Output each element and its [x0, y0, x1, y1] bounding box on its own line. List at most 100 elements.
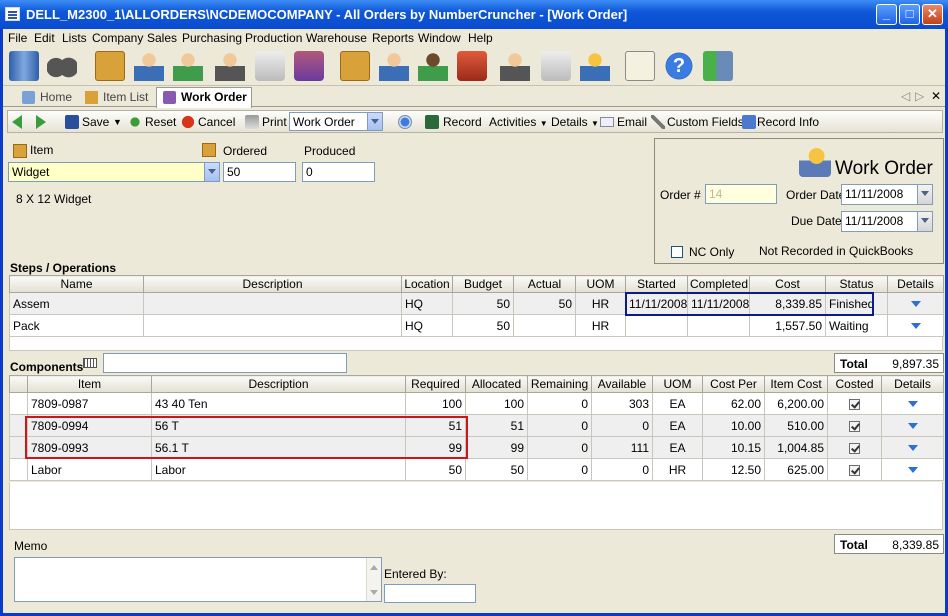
columns-icon[interactable] — [83, 358, 97, 368]
col-item[interactable]: Item — [27, 375, 152, 393]
print-button[interactable]: Print — [262, 115, 287, 129]
tab-home[interactable]: Home — [16, 88, 76, 107]
menu-lists[interactable]: Lists — [62, 31, 87, 45]
cell-item[interactable]: 7809-0987 — [27, 392, 152, 415]
cell-required[interactable]: 99 — [405, 436, 466, 459]
memo-textarea[interactable] — [14, 557, 382, 602]
cell-costed[interactable] — [827, 392, 882, 415]
reset-button[interactable]: Reset — [145, 115, 176, 129]
table-row[interactable]: Assem HQ 50 50 HR 11/11/2008 11/11/2008 … — [9, 292, 944, 315]
save-button[interactable]: Save — [82, 115, 109, 129]
details-arrow-icon[interactable] — [907, 401, 918, 408]
cell-details[interactable] — [887, 314, 944, 337]
custom-fields-button[interactable]: Custom Fields — [667, 115, 744, 129]
cell-remaining[interactable]: 0 — [527, 392, 592, 415]
cell-details[interactable] — [881, 414, 944, 437]
menu-company[interactable]: Company — [92, 31, 143, 45]
table-row[interactable]: Pack HQ 50 HR 1,557.50 Waiting — [9, 314, 944, 337]
col-actual[interactable]: Actual — [513, 275, 576, 293]
cell-available[interactable]: 0 — [591, 414, 653, 437]
close-button[interactable]: ✕ — [922, 4, 943, 25]
help-icon[interactable]: ? — [664, 51, 694, 81]
documents-icon[interactable] — [541, 51, 571, 81]
cell-item[interactable]: 7809-0993 — [27, 436, 152, 459]
forward-arrow-icon[interactable] — [36, 115, 46, 129]
minimize-button[interactable]: _ — [876, 4, 897, 25]
tab-close-icon[interactable]: ✕ — [931, 89, 941, 103]
invoice-icon[interactable] — [255, 51, 285, 81]
tab-work-order[interactable]: Work Order — [156, 87, 252, 108]
cell-description[interactable] — [143, 314, 402, 337]
row-selector[interactable] — [9, 392, 28, 415]
cell-available[interactable]: 303 — [591, 392, 653, 415]
production-icon[interactable] — [294, 51, 324, 81]
cell-budget[interactable]: 50 — [452, 314, 514, 337]
nc-only-checkbox[interactable] — [671, 246, 683, 258]
cell-completed[interactable]: 11/11/2008 — [687, 292, 750, 315]
col-status[interactable]: Status — [825, 275, 888, 293]
memo-scrollbar[interactable] — [366, 558, 381, 601]
details-arrow-icon[interactable] — [910, 301, 921, 308]
cell-description[interactable] — [143, 292, 402, 315]
cell-cost-per[interactable]: 10.15 — [702, 436, 765, 459]
cell-costed[interactable] — [827, 414, 882, 437]
menu-sales[interactable]: Sales — [147, 31, 177, 45]
table-row[interactable]: 7809-0987 43 40 Ten 100 100 0 303 EA 62.… — [9, 392, 944, 415]
details-menu[interactable]: Details ▼ — [551, 115, 599, 129]
col-allocated[interactable]: Allocated — [465, 375, 528, 393]
tab-next-icon[interactable]: ▷ — [915, 89, 924, 103]
menu-window[interactable]: Window — [418, 31, 461, 45]
col-description[interactable]: Description — [151, 375, 406, 393]
cell-description[interactable]: 56.1 T — [151, 436, 406, 459]
cancel-button[interactable]: Cancel — [198, 115, 235, 129]
cell-location[interactable]: HQ — [401, 314, 453, 337]
cell-name[interactable]: Assem — [9, 292, 144, 315]
cell-uom[interactable]: HR — [575, 314, 626, 337]
cell-item-cost[interactable]: 6,200.00 — [764, 392, 828, 415]
cell-details[interactable] — [881, 458, 944, 481]
menu-warehouse[interactable]: Warehouse — [306, 31, 367, 45]
col-budget[interactable]: Budget — [452, 275, 514, 293]
tab-item-list[interactable]: Item List — [79, 88, 152, 107]
col-name[interactable]: Name — [9, 275, 144, 293]
costed-checkbox[interactable] — [849, 420, 860, 432]
cell-uom[interactable]: EA — [652, 436, 703, 459]
item-select[interactable]: Widget — [8, 162, 220, 182]
col-uom[interactable]: UOM — [652, 375, 703, 393]
cell-status[interactable]: Waiting — [825, 314, 888, 337]
back-arrow-icon[interactable] — [12, 115, 22, 129]
components-filter-input[interactable] — [103, 353, 347, 373]
cell-item[interactable]: 7809-0994 — [27, 414, 152, 437]
customer-icon[interactable] — [134, 51, 164, 81]
cell-completed[interactable] — [687, 314, 750, 337]
costed-checkbox[interactable] — [849, 398, 860, 410]
record-info-button[interactable]: Record Info — [757, 115, 819, 129]
print-form-select[interactable]: Work Order — [289, 112, 383, 131]
notepad-icon[interactable] — [625, 51, 655, 81]
cell-item-cost[interactable]: 1,004.85 — [764, 436, 828, 459]
cell-location[interactable]: HQ — [401, 292, 453, 315]
menu-reports[interactable]: Reports — [372, 31, 414, 45]
cell-details[interactable] — [881, 392, 944, 415]
order-number-input[interactable]: 14 — [705, 184, 777, 204]
col-cost-per[interactable]: Cost Per — [702, 375, 765, 393]
email-button[interactable]: Email — [617, 115, 647, 129]
col-remaining[interactable]: Remaining — [527, 375, 592, 393]
col-costed[interactable]: Costed — [827, 375, 882, 393]
table-row[interactable]: 7809-0994 56 T 51 51 0 0 EA 10.00 510.00 — [9, 414, 944, 437]
cell-available[interactable]: 111 — [591, 436, 653, 459]
cell-item-cost[interactable]: 510.00 — [764, 414, 828, 437]
app-icon[interactable] — [5, 7, 20, 21]
produced-quantity-input[interactable]: 0 — [302, 162, 375, 182]
calendar-dropdown-icon[interactable] — [917, 185, 932, 204]
cell-allocated[interactable]: 51 — [465, 414, 528, 437]
cell-cost[interactable]: 8,339.85 — [749, 292, 826, 315]
calendar-dropdown-icon[interactable] — [917, 212, 932, 231]
details-arrow-icon[interactable] — [907, 423, 918, 430]
employee-icon[interactable] — [379, 51, 409, 81]
col-cost[interactable]: Cost — [749, 275, 826, 293]
cell-remaining[interactable]: 0 — [527, 414, 592, 437]
cell-cost-per[interactable]: 62.00 — [702, 392, 765, 415]
cell-item-cost[interactable]: 625.00 — [764, 458, 828, 481]
cell-uom[interactable]: EA — [652, 414, 703, 437]
